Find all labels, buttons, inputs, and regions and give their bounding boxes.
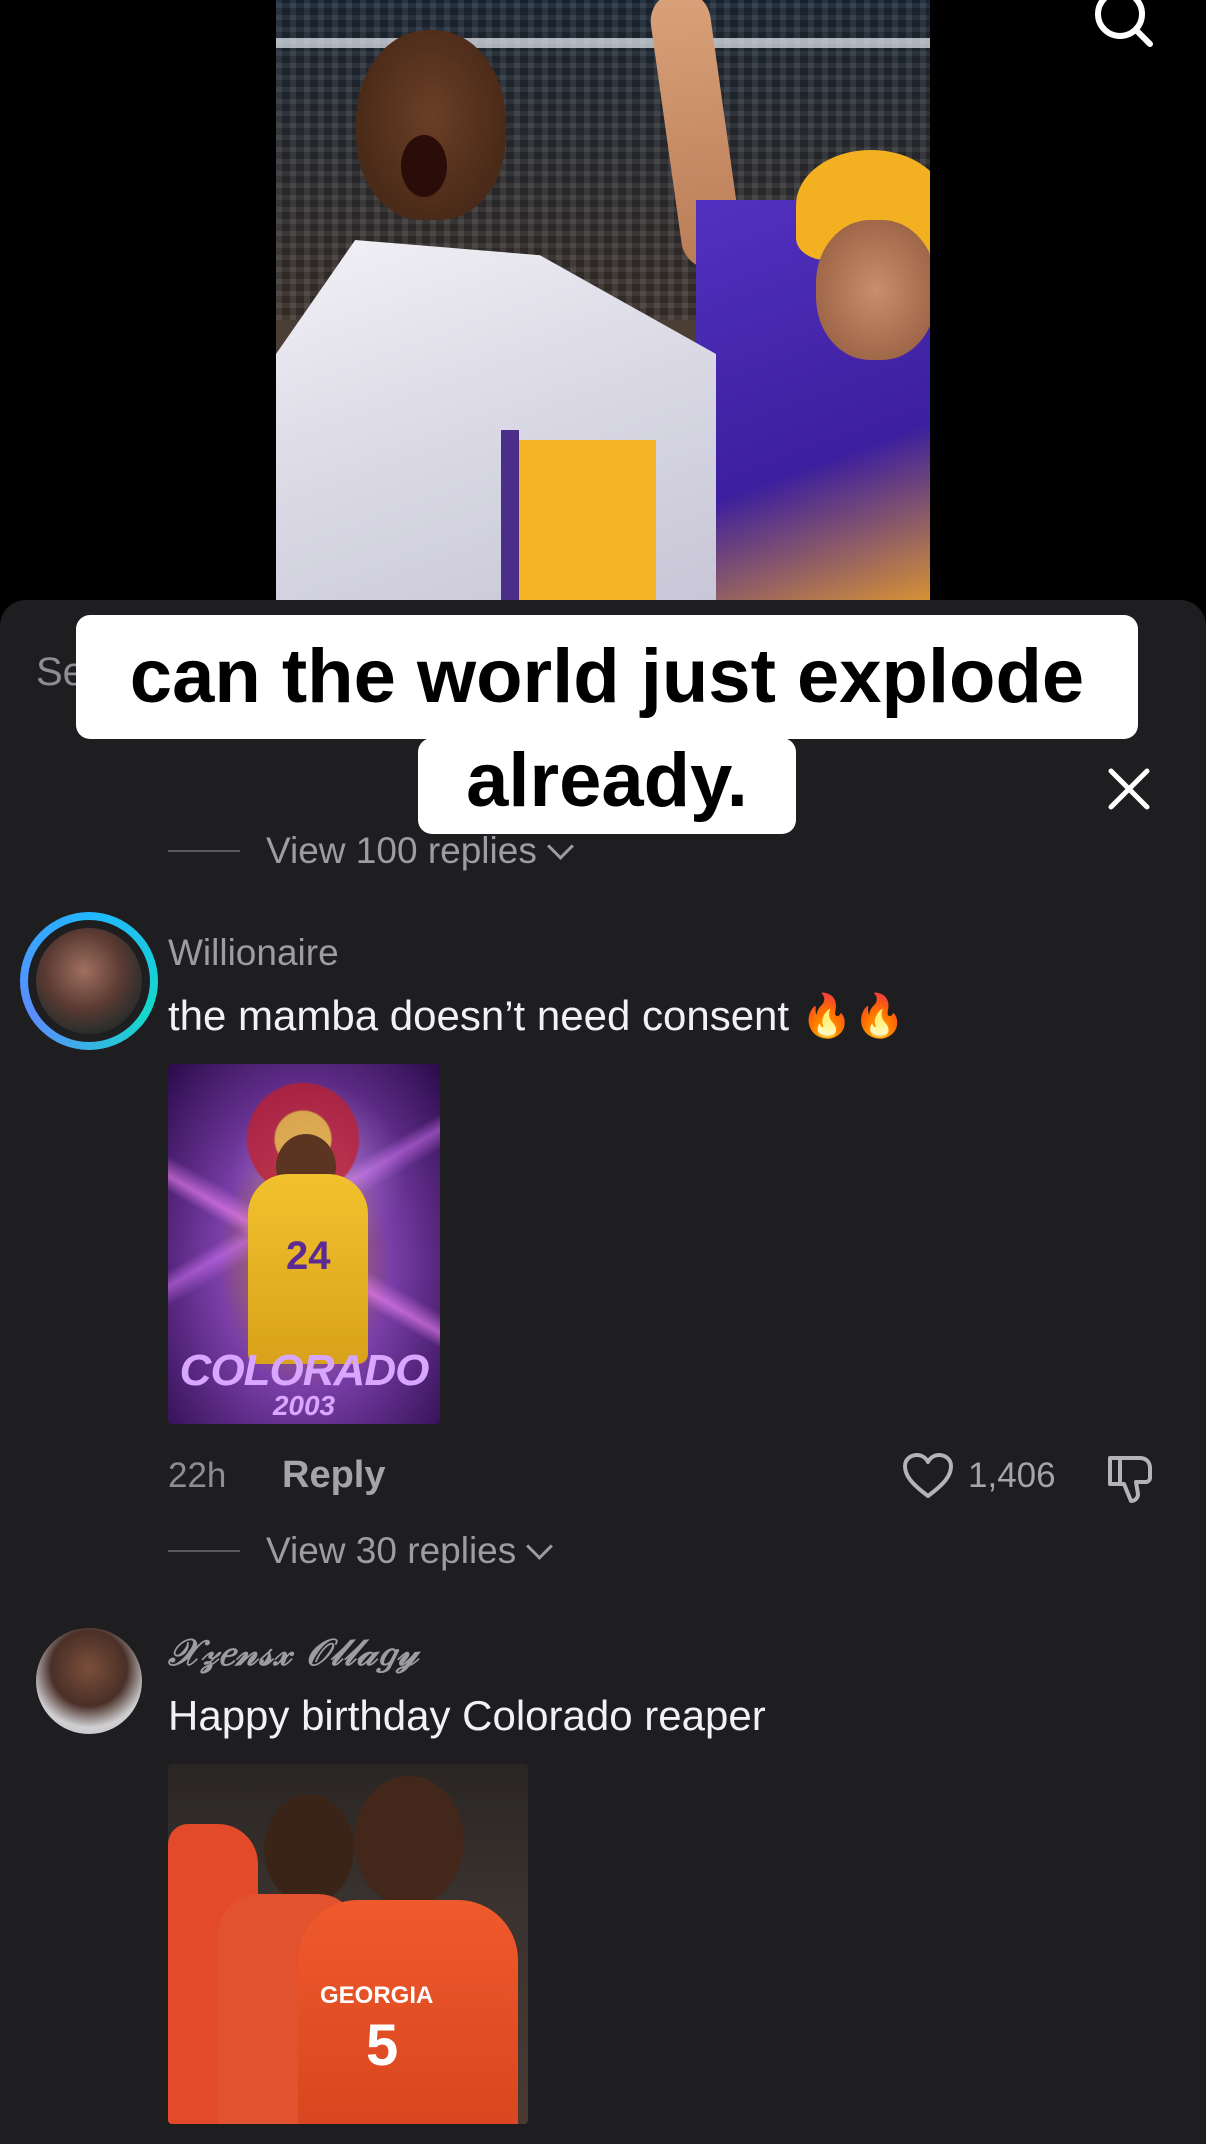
player-middle-head (264, 1794, 354, 1904)
view-replies-label: View 100 replies (266, 830, 537, 871)
like-count: 1,406 (968, 1456, 1056, 1495)
jersey-gold-panel (506, 440, 656, 600)
search-icon[interactable] (1092, 0, 1154, 50)
comment-timestamp: 22h (168, 1456, 227, 1495)
avatar-image (36, 928, 142, 1034)
comment-text: Happy birthday Colorado reaper (168, 1692, 766, 1739)
chevron-down-icon (546, 832, 574, 860)
thread-line (168, 850, 240, 852)
thread-line (168, 1550, 240, 1552)
image-overlay-subtext: 2003 (272, 1390, 336, 1421)
thumbs-down-icon[interactable] (1104, 1452, 1160, 1504)
view-replies-button[interactable]: View 100 replies (168, 830, 574, 872)
video-caption-line-1: can the world just explode (76, 615, 1138, 739)
comment-username[interactable]: 𝒳𝓏𝑒𝓃𝓈𝓍 𝒪𝓁𝓁𝒶𝑔𝓎 (168, 1630, 419, 1675)
player-mouth (401, 135, 447, 197)
arena-banner (276, 38, 930, 48)
video-caption-line-2: already. (418, 738, 796, 834)
avatar[interactable] (20, 912, 158, 1050)
comment-actions: 22h Reply 1,406 (168, 1452, 1168, 1504)
player-right (298, 1900, 518, 2124)
image-overlay-text: COLORADO (179, 1346, 430, 1395)
close-icon[interactable] (1108, 768, 1150, 810)
comment-text: the mamba doesn’t need consent 🔥🔥 (168, 992, 906, 1039)
comment-image[interactable]: 24 COLORADO 2003 (168, 1064, 440, 1424)
reply-button[interactable]: Reply (282, 1454, 385, 1497)
view-replies-label: View 30 replies (266, 1530, 517, 1571)
chevron-down-icon (526, 1532, 554, 1560)
view-replies-button[interactable]: View 30 replies (168, 1530, 554, 1572)
jersey-stripe (501, 430, 519, 600)
jersey-number: 24 (286, 1234, 331, 1278)
player-right-head (354, 1776, 464, 1906)
fan-face (816, 220, 930, 360)
comment-image[interactable]: GEORGIA 5 (168, 1764, 528, 2124)
video-player[interactable] (276, 0, 930, 600)
heart-icon[interactable] (902, 1452, 954, 1500)
jersey-team-text: GEORGIA (320, 1982, 434, 2009)
comment-username[interactable]: Willionaire (168, 932, 339, 974)
avatar[interactable] (36, 1628, 142, 1734)
jersey-number: 5 (366, 2013, 399, 2078)
